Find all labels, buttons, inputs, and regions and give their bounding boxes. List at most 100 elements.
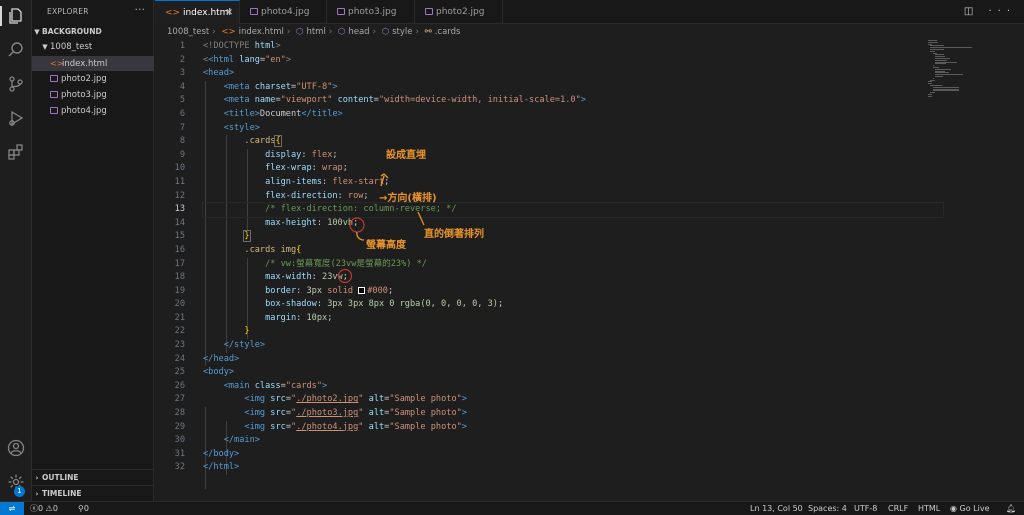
code-line-8: .cards{ bbox=[244, 135, 282, 148]
outline-section[interactable]: › OUTLINE bbox=[32, 469, 154, 485]
code-line-17: /* vw:螢幕寬度(23vw是螢幕的23%) */ bbox=[265, 258, 427, 269]
code-line-27: <img src="./photo2.jpg" alt="Sample phot… bbox=[244, 394, 467, 405]
code-line-23: </style> bbox=[223, 340, 266, 351]
line-number: 22 bbox=[174, 326, 185, 337]
more-actions-icon[interactable]: ··· bbox=[135, 3, 146, 16]
code-line-25: <body> bbox=[203, 367, 235, 378]
tab-label: photo3.jpg bbox=[348, 7, 397, 17]
line-number: 17 bbox=[174, 258, 185, 269]
file-link[interactable]: ./photo3.jpg bbox=[296, 408, 358, 418]
remote-indicator-icon[interactable]: ⇌ bbox=[0, 502, 24, 515]
line-number: 3 bbox=[179, 68, 185, 79]
indentation[interactable]: Spaces: 4 bbox=[808, 502, 847, 515]
close-icon[interactable]: ✕ bbox=[225, 1, 233, 25]
file-link[interactable]: ./photo2.jpg bbox=[296, 394, 358, 404]
code-line-16: .cards img{ bbox=[244, 244, 302, 255]
warning-icon: ⚠ bbox=[45, 504, 53, 513]
breadcrumb-item[interactable]: head bbox=[348, 27, 369, 37]
source-control-icon[interactable] bbox=[6, 74, 26, 94]
file-photo3[interactable]: photo3.jpg bbox=[32, 88, 154, 103]
code-line-10: flex-wrap: wrap; bbox=[265, 163, 348, 174]
code-line-4: <meta charset="UTF-8"> bbox=[223, 81, 338, 92]
search-icon[interactable] bbox=[6, 40, 26, 60]
line-endings[interactable]: CRLF bbox=[888, 502, 908, 515]
tab-photo2[interactable]: photo2.jpg bbox=[415, 0, 503, 24]
breadcrumb-item[interactable]: style bbox=[392, 27, 412, 37]
element-icon: ⬡ bbox=[381, 27, 390, 37]
annotation-note: 設成直埋 bbox=[386, 150, 426, 161]
active-indicator bbox=[0, 6, 2, 26]
code-line-7: <style> bbox=[223, 122, 260, 133]
account-icon[interactable] bbox=[6, 438, 26, 458]
selector-icon: ⚯ bbox=[424, 27, 432, 37]
breadcrumb-item[interactable]: .cards bbox=[435, 27, 461, 37]
run-debug-icon[interactable] bbox=[6, 108, 26, 128]
minimap-line bbox=[932, 90, 959, 92]
code-line-32: </html> bbox=[203, 462, 240, 473]
chevron-down-icon: ▼ bbox=[34, 28, 40, 36]
file-label: index.html bbox=[62, 59, 108, 69]
tab-label: photo2.jpg bbox=[436, 7, 485, 17]
line-number: 30 bbox=[174, 435, 185, 446]
encoding[interactable]: UTF-8 bbox=[854, 502, 877, 515]
problems-indicator[interactable]: ⓧ0 ⚠0 bbox=[30, 502, 58, 515]
image-file-icon bbox=[50, 91, 58, 98]
timeline-section[interactable]: › TIMELINE bbox=[32, 485, 154, 501]
explorer-icon[interactable] bbox=[6, 6, 26, 26]
language-mode[interactable]: HTML bbox=[918, 502, 940, 515]
file-index-html[interactable]: <>index.html bbox=[32, 56, 154, 71]
outline-label: OUTLINE bbox=[42, 473, 79, 482]
line-number: 29 bbox=[174, 421, 185, 432]
breadcrumb-item[interactable]: html bbox=[306, 27, 325, 37]
tab-label: index.html bbox=[182, 8, 231, 18]
folder-1008-test[interactable]: ▼ 1008_test bbox=[32, 40, 154, 55]
editor-tabs: <> index.html ✕ photo4.jpg photo3.jpg ph… bbox=[155, 0, 1024, 24]
tab-photo3[interactable]: photo3.jpg bbox=[327, 0, 415, 24]
breadcrumb-item[interactable]: 1008_test bbox=[167, 27, 209, 37]
line-number: 23 bbox=[174, 340, 185, 351]
color-swatch[interactable] bbox=[358, 286, 366, 294]
code-line-13: /* flex-direction: column-reverse; */ bbox=[202, 202, 944, 218]
tab-index-html[interactable]: <> index.html ✕ bbox=[155, 0, 240, 24]
annotation-note: 直的倒著排列 bbox=[424, 229, 484, 240]
breadcrumb-item[interactable]: index.html bbox=[239, 27, 284, 37]
line-number-gutter: 1 2 3 4 5 6 7 8 9 10 11 12 13 14 15 16 17 18 19 20 21 22 23 24 2… bbox=[155, 40, 187, 475]
go-live-button[interactable]: ◉ Go Live bbox=[950, 502, 990, 515]
line-number: 13 bbox=[174, 204, 185, 215]
code-line-31: </body> bbox=[203, 448, 240, 459]
code-area[interactable]: <!DOCTYPE html> <<html lang="en"> <head>… bbox=[202, 40, 944, 489]
notification-badge: 1 bbox=[14, 486, 25, 497]
code-line-15: } bbox=[243, 230, 251, 243]
code-line-24: </head> bbox=[203, 353, 240, 364]
annotation-note: 螢幕高度 bbox=[366, 240, 406, 251]
line-number: 14 bbox=[174, 217, 185, 228]
explorer-sidebar: EXPLORER ··· ▼ BACKGROUND ▼ 1008_test <>in… bbox=[32, 0, 154, 501]
tab-label: photo4.jpg bbox=[261, 7, 310, 17]
line-number: 25 bbox=[174, 367, 185, 378]
file-link[interactable]: ./photo4.jpg bbox=[296, 422, 358, 432]
status-bar: ⇌ ⓧ0 ⚠0 ⚲0 Ln 13, Col 50 Spaces: 4 UTF-8… bbox=[0, 501, 1024, 515]
minimap-line bbox=[935, 76, 943, 77]
line-number: 32 bbox=[174, 462, 185, 473]
tab-photo4[interactable]: photo4.jpg bbox=[240, 0, 327, 24]
file-photo2[interactable]: photo2.jpg bbox=[32, 72, 154, 87]
split-editor-icon[interactable]: ◫ ··· bbox=[964, 6, 1016, 17]
code-line-14: max-height: 100vh; bbox=[265, 217, 359, 228]
workspace-root-label: BACKGROUND bbox=[42, 27, 102, 36]
ports-indicator[interactable]: ⚲0 bbox=[78, 502, 89, 515]
cursor-position[interactable]: Ln 13, Col 50 bbox=[750, 502, 803, 515]
chevron-down-icon: ▼ bbox=[42, 43, 48, 51]
line-number: 1 bbox=[179, 41, 185, 51]
vertical-scrollbar[interactable] bbox=[1010, 40, 1024, 501]
chevron-right-icon: › bbox=[35, 490, 39, 498]
code-line-26: <main class="cards"> bbox=[223, 380, 328, 391]
element-icon: ⬡ bbox=[296, 27, 304, 37]
extensions-icon[interactable] bbox=[6, 142, 26, 162]
code-editor[interactable]: 1 2 3 4 5 6 7 8 9 10 11 12 13 14 15 16 17 18 19 20 21 22 23 24 2… bbox=[155, 40, 945, 501]
minimap[interactable] bbox=[928, 40, 1008, 100]
notifications-bell-icon[interactable]: 🔔︎ bbox=[1006, 502, 1016, 515]
file-photo4[interactable]: photo4.jpg bbox=[32, 104, 154, 119]
code-line-5: <meta name="viewport" content="width=dev… bbox=[223, 95, 586, 106]
code-line-19: border: 3px solid #000; bbox=[265, 285, 394, 296]
workspace-root[interactable]: ▼ BACKGROUND bbox=[32, 24, 154, 39]
